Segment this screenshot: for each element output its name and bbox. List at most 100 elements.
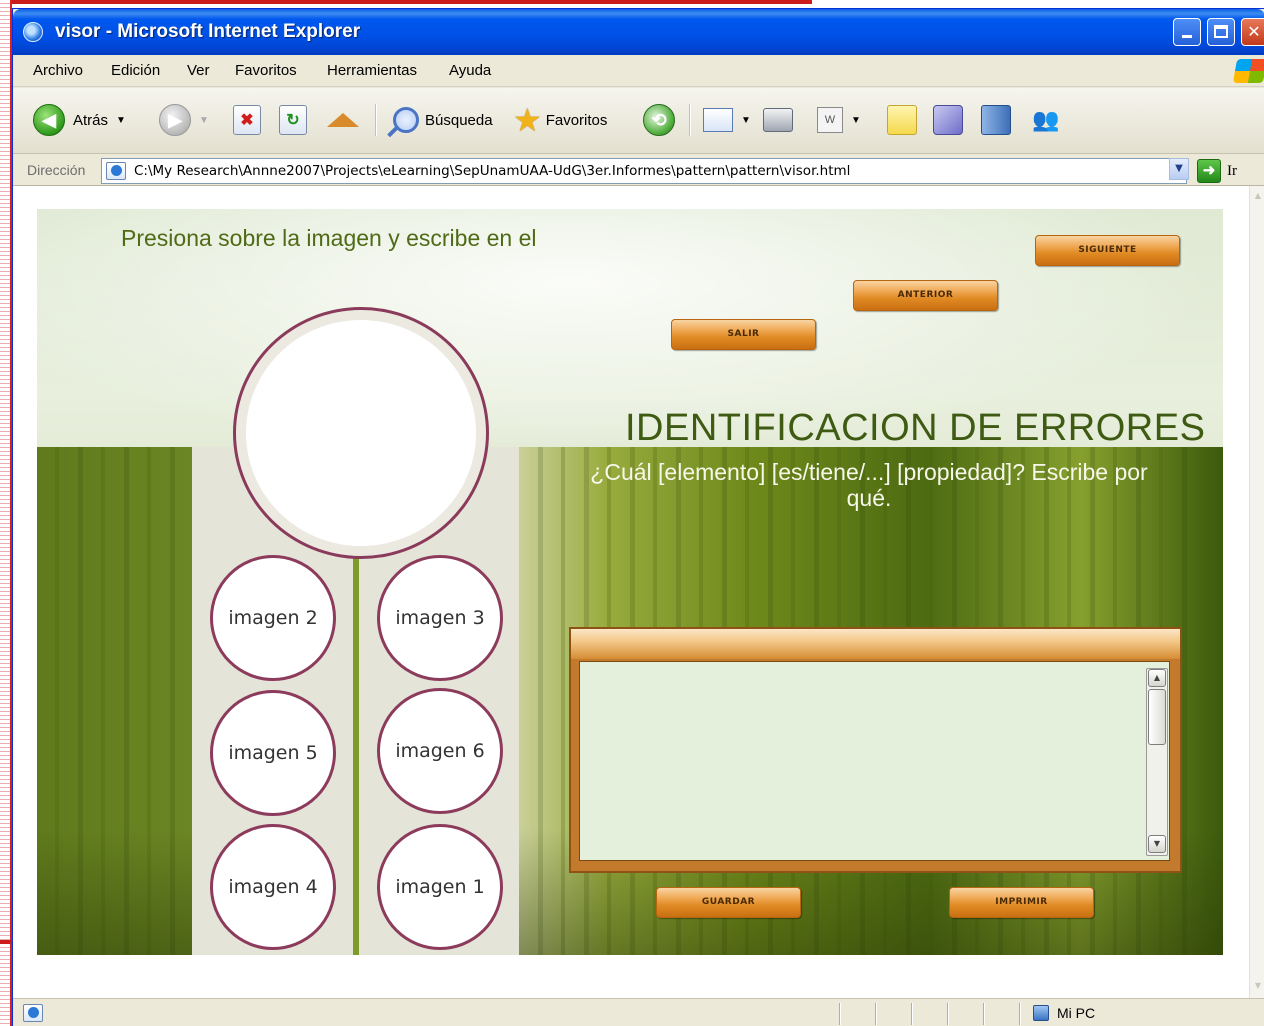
thumbnail-imagen-5[interactable]: imagen 5: [210, 690, 336, 816]
panel-stem: [353, 549, 359, 955]
search-button[interactable]: Búsqueda: [393, 102, 493, 138]
browser-window: visor - Microsoft Internet Explorer ✕ Ar…: [12, 8, 1264, 1026]
flash-content: Presiona sobre la imagen y escribe en el…: [37, 209, 1223, 955]
address-dropdown-icon[interactable]: ▼: [1169, 158, 1189, 180]
back-button[interactable]: ◀ Atrás ▼: [33, 102, 126, 138]
thumbnail-imagen-6[interactable]: imagen 6: [377, 688, 503, 814]
research-button[interactable]: [933, 102, 963, 138]
favorites-star-icon: ★: [513, 102, 542, 138]
menu-archivo[interactable]: Archivo: [33, 62, 83, 79]
menu-bar: Archivo Edición Ver Favoritos Herramient…: [13, 55, 1264, 87]
messenger-icon: 👥: [1032, 107, 1060, 132]
thumbnail-imagen-3[interactable]: imagen 3: [377, 555, 503, 681]
forward-dropdown-icon[interactable]: ▼: [199, 115, 209, 126]
instructions-text: Presiona sobre la imagen y escribe en el: [121, 225, 537, 251]
siguiente-button[interactable]: SIGUIENTE: [1035, 235, 1180, 266]
go-label: Ir: [1227, 162, 1237, 179]
status-bar: Mi PC: [13, 998, 1264, 1026]
menu-favoritos[interactable]: Favoritos: [235, 62, 297, 79]
print-icon: [763, 108, 793, 132]
history-button[interactable]: ⟲: [643, 102, 675, 138]
refresh-icon: ↻: [279, 105, 307, 135]
page-icon: [106, 162, 126, 180]
security-zone-label: Mi PC: [1057, 1005, 1096, 1021]
refresh-button[interactable]: ↻: [279, 102, 307, 138]
edit-button[interactable]: W ▼: [817, 102, 861, 138]
print-button[interactable]: [763, 102, 793, 138]
slide-left-border: [0, 0, 12, 1026]
maximize-button[interactable]: [1207, 18, 1235, 46]
menu-herramientas[interactable]: Herramientas: [327, 62, 417, 79]
page-scroll-down-icon[interactable]: ▼: [1251, 978, 1264, 994]
edit-word-icon: W: [817, 107, 843, 133]
windows-logo-icon: [1232, 59, 1264, 83]
address-url: C:\My Research\Annne2007\Projects\eLearn…: [134, 163, 851, 179]
home-button[interactable]: [327, 102, 359, 138]
menu-ver[interactable]: Ver: [187, 62, 210, 79]
anterior-button[interactable]: ANTERIOR: [853, 280, 998, 311]
forward-button[interactable]: ▶ ▼: [159, 102, 209, 138]
status-separator: [1019, 1003, 1021, 1025]
thumbnail-imagen-4[interactable]: imagen 4: [210, 824, 336, 950]
close-icon: ✕: [1247, 22, 1261, 41]
history-icon: ⟲: [643, 104, 675, 136]
address-bar: Dirección C:\My Research\Annne2007\Proje…: [13, 154, 1264, 186]
notes-textarea[interactable]: ▲ ▼: [579, 661, 1170, 861]
thumbnail-imagen-1[interactable]: imagen 1: [377, 824, 503, 950]
notes-scrollbar[interactable]: ▲ ▼: [1146, 668, 1168, 856]
status-separator: [983, 1003, 985, 1025]
mail-button[interactable]: ▼: [703, 102, 751, 138]
go-button[interactable]: ➜ Ir: [1197, 159, 1237, 183]
research-icon: [933, 105, 963, 135]
maximize-icon: [1214, 25, 1228, 38]
menu-ayuda[interactable]: Ayuda: [449, 62, 491, 79]
favorites-button[interactable]: ★ Favoritos: [513, 102, 607, 138]
slide-top-line: [0, 0, 812, 4]
minimize-button[interactable]: [1173, 18, 1201, 46]
address-input[interactable]: C:\My Research\Annne2007\Projects\eLearn…: [101, 158, 1187, 184]
address-label: Dirección: [27, 162, 86, 178]
notes-panel: ▲ ▼: [569, 627, 1182, 873]
close-button[interactable]: ✕: [1241, 18, 1264, 46]
internet-explorer-icon: [23, 22, 43, 42]
edit-dropdown-icon[interactable]: ▼: [851, 115, 861, 126]
title-bar[interactable]: visor - Microsoft Internet Explorer ✕: [13, 9, 1264, 55]
messenger-button[interactable]: 👥: [1031, 102, 1061, 138]
notes-panel-header: [571, 629, 1180, 659]
main-image-viewer[interactable]: [233, 307, 489, 559]
note-icon: [887, 105, 917, 135]
page-scroll-up-icon[interactable]: ▲: [1251, 188, 1264, 204]
thumbnail-imagen-2[interactable]: imagen 2: [210, 555, 336, 681]
book-icon: [981, 105, 1011, 135]
page-status-icon: [23, 1004, 43, 1022]
status-separator: [911, 1003, 913, 1025]
back-dropdown-icon[interactable]: ▼: [116, 115, 126, 126]
mail-dropdown-icon[interactable]: ▼: [741, 115, 751, 126]
scroll-thumb[interactable]: [1148, 689, 1166, 745]
page-title: IDENTIFICACION DE ERRORES: [625, 407, 1206, 449]
toolbar-separator: [375, 104, 377, 136]
window-title: visor - Microsoft Internet Explorer: [55, 21, 361, 42]
mail-icon: [703, 108, 733, 132]
imprimir-button[interactable]: IMPRIMIR: [949, 887, 1094, 918]
bookmarks-button[interactable]: [981, 102, 1011, 138]
standard-toolbar: ◀ Atrás ▼ ▶ ▼ ✖ ↻ Búsqueda ★ Favoritos ⟲: [13, 88, 1264, 154]
scroll-down-icon[interactable]: ▼: [1148, 835, 1166, 853]
back-label: Atrás: [73, 111, 109, 129]
salir-button[interactable]: SALIR: [671, 319, 816, 350]
page-viewport: Presiona sobre la imagen y escribe en el…: [13, 186, 1249, 998]
search-label: Búsqueda: [425, 111, 493, 129]
stop-button[interactable]: ✖: [233, 102, 261, 138]
back-arrow-icon: ◀: [33, 104, 65, 136]
guardar-button[interactable]: GUARDAR: [656, 887, 801, 918]
discuss-button[interactable]: [887, 102, 917, 138]
status-separator: [947, 1003, 949, 1025]
menu-edicion[interactable]: Edición: [111, 62, 160, 79]
scroll-up-icon[interactable]: ▲: [1148, 669, 1166, 687]
home-icon: [327, 113, 359, 127]
toolbar-separator: [689, 104, 691, 136]
forward-arrow-icon: ▶: [159, 104, 191, 136]
favorites-label: Favoritos: [545, 111, 608, 129]
page-scrollbar[interactable]: ▲ ▼: [1249, 186, 1264, 998]
go-arrow-icon: ➜: [1197, 159, 1221, 183]
